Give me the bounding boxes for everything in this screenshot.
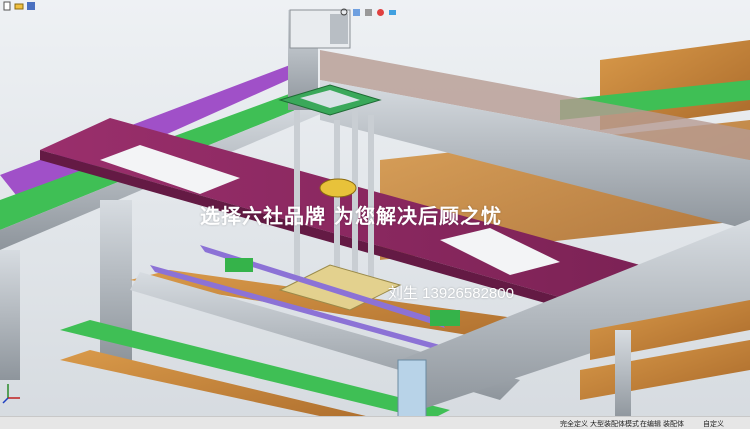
coordinate-triad-icon	[2, 384, 20, 404]
status-bar: 完全定义 大型装配体模式 在编辑 装配体 自定义	[0, 416, 750, 429]
open-folder-icon[interactable]	[14, 1, 24, 11]
display-style-icon[interactable]	[364, 2, 373, 16]
scene-icon[interactable]	[376, 2, 385, 16]
status-large-assembly-mode: 大型装配体模式	[590, 421, 639, 428]
guide-rod-4	[368, 115, 374, 280]
yellow-clamp-disk	[319, 178, 357, 198]
frame-leg-right	[615, 330, 631, 420]
section-view-icon[interactable]	[352, 2, 361, 16]
green-clamp-right	[430, 310, 460, 326]
view-settings-icon[interactable]	[388, 2, 397, 15]
promo-overlay-text: 选择六社品牌 为您解决后顾之忧	[200, 204, 502, 228]
status-editing-assembly: 在编辑 装配体	[640, 421, 684, 428]
save-icon[interactable]	[26, 1, 36, 11]
status-custom[interactable]: 自定义	[703, 419, 724, 429]
zoom-to-fit-icon[interactable]	[340, 2, 349, 15]
guide-rod-1	[294, 110, 300, 280]
motor-end-cap	[330, 14, 348, 44]
new-document-icon[interactable]	[2, 1, 12, 11]
green-clamp-left	[225, 258, 253, 272]
frame-leg-left-2	[0, 250, 20, 380]
blue-end-bracket	[397, 359, 427, 421]
command-toolbar	[0, 0, 38, 12]
status-fully-defined: 完全定义	[560, 421, 588, 428]
graphics-viewport[interactable]: 选择六社品牌 为您解决后顾之忧 刘生 13926582800	[0, 0, 750, 429]
view-toolbar	[340, 0, 397, 16]
guide-rod-3	[352, 110, 358, 280]
contact-overlay-text: 刘生 13926582800	[388, 285, 514, 302]
